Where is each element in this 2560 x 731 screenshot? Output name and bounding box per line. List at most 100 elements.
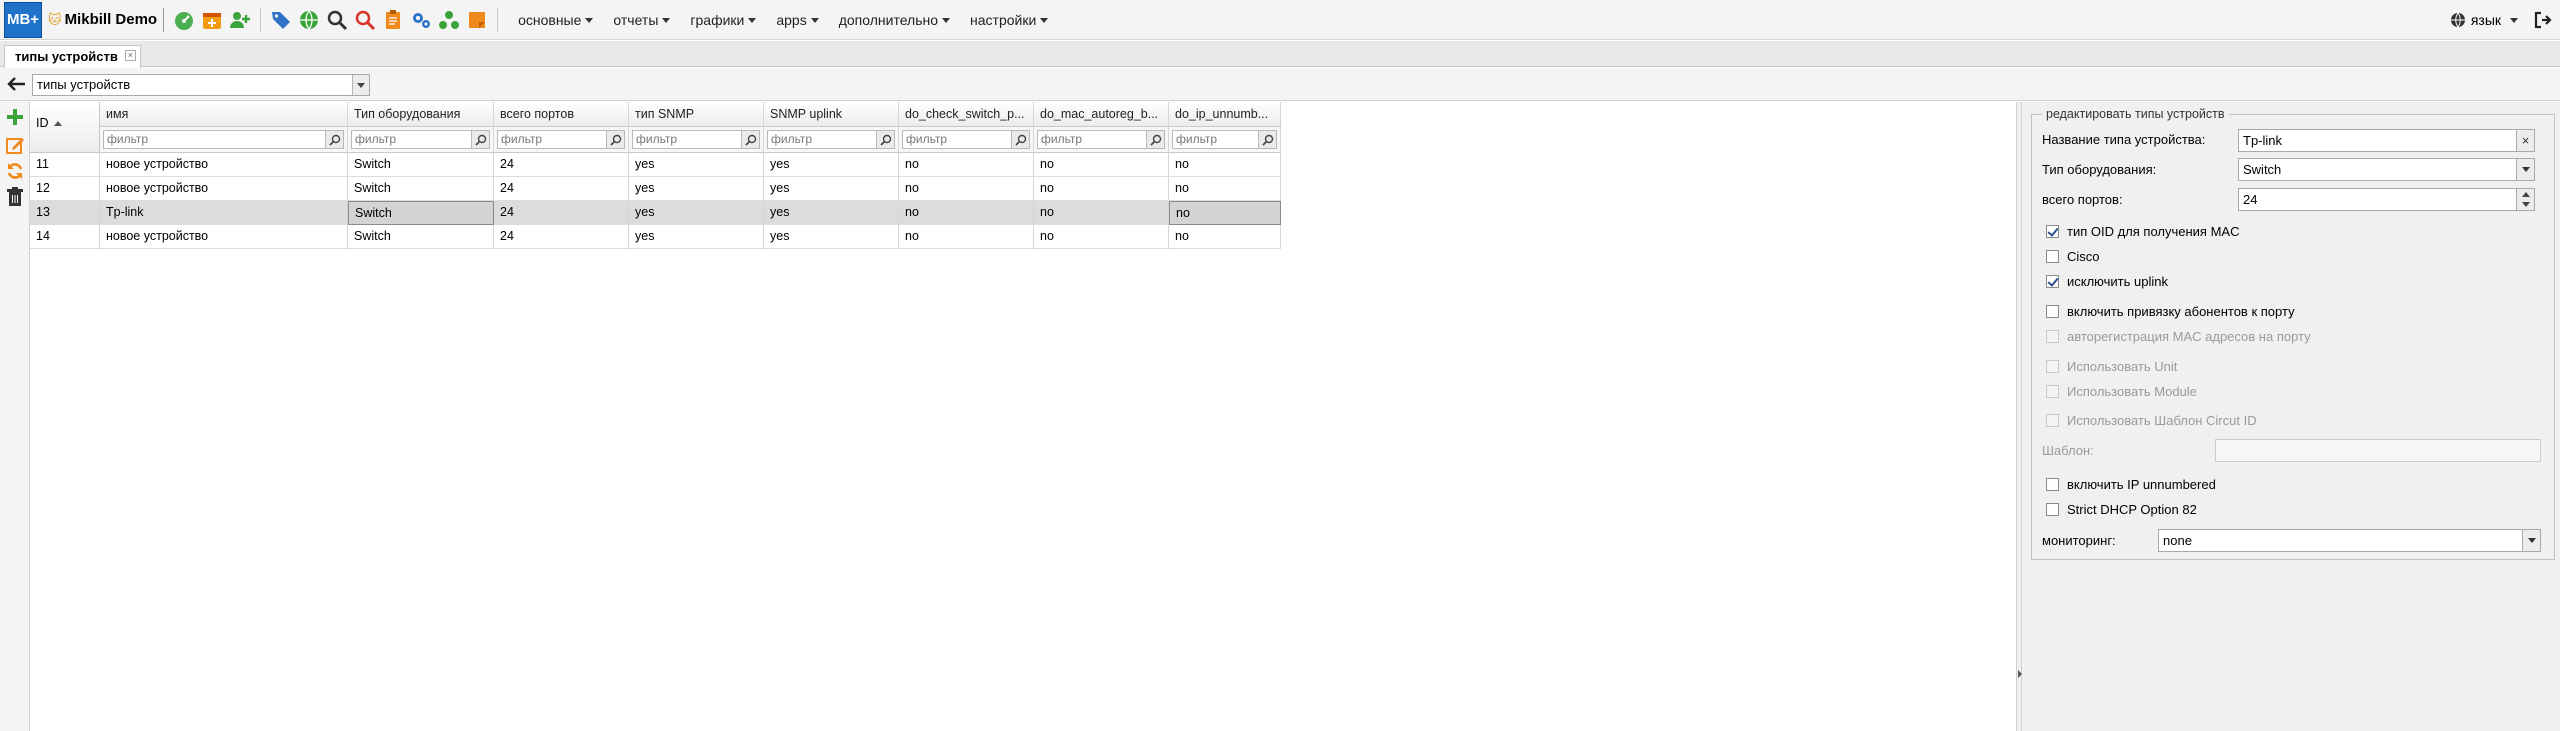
view-selector[interactable]: типы устройств — [32, 74, 370, 96]
logout-icon[interactable] — [2534, 11, 2552, 29]
checkbox-exclude-uplink[interactable]: исключить uplink — [2046, 273, 2168, 289]
filter-input-hardware[interactable]: фильтр — [351, 130, 490, 149]
app-logo[interactable]: MB+ — [4, 1, 42, 38]
notes-icon[interactable] — [464, 7, 490, 33]
monitoring-select[interactable]: none — [2158, 529, 2541, 552]
device-type-name-input[interactable]: Tp-link × — [2238, 129, 2535, 152]
column-header-name[interactable]: имя — [100, 102, 348, 127]
table-row-selected[interactable]: 13 Tp-link Switch 24 yes yes no no no — [30, 201, 1281, 225]
language-menu[interactable]: язык — [2450, 12, 2518, 28]
magnifier-icon[interactable] — [325, 130, 344, 149]
menu-charts[interactable]: графики — [680, 12, 766, 28]
menu-reports[interactable]: отчеты — [603, 12, 680, 28]
checkbox-cisco[interactable]: Cisco — [2046, 248, 2100, 264]
menu-extra[interactable]: дополнительно — [829, 12, 960, 28]
checkbox-mac-autoreg[interactable]: авторегистрация MAC адресов на порту — [2046, 328, 2311, 344]
filter-input-mac-autoreg[interactable]: фильтр — [1037, 130, 1165, 149]
checkbox-box[interactable] — [2046, 329, 2059, 343]
checkbox-use-module[interactable]: Использовать Module — [2046, 383, 2197, 399]
trash-icon[interactable] — [4, 186, 26, 208]
magnifier-icon[interactable] — [876, 130, 895, 149]
checkbox-use-unit[interactable]: Использовать Unit — [2046, 358, 2177, 374]
spinner-buttons[interactable] — [2516, 188, 2535, 211]
magnifier-icon[interactable] — [1146, 130, 1165, 149]
magnifier-icon[interactable] — [471, 130, 490, 149]
back-arrow-icon[interactable] — [6, 75, 26, 93]
column-header-check-switch[interactable]: do_check_switch_p... — [899, 102, 1034, 127]
dropdown-button[interactable] — [2516, 158, 2535, 181]
clear-icon[interactable]: × — [2516, 129, 2535, 152]
add-icon[interactable] — [4, 106, 26, 128]
magnifier-icon[interactable] — [741, 130, 760, 149]
gears-icon[interactable] — [408, 7, 434, 33]
spin-up-icon[interactable] — [2522, 192, 2530, 197]
column-header-mac-autoreg[interactable]: do_mac_autoreg_b... — [1034, 102, 1169, 127]
menu-main[interactable]: основные — [508, 12, 603, 28]
search-red-icon[interactable] — [352, 7, 378, 33]
dropdown-button[interactable] — [352, 75, 369, 95]
spin-down-icon[interactable] — [2522, 202, 2530, 207]
column-header-snmp-uplink[interactable]: SNMP uplink — [764, 102, 899, 127]
column-header-ports[interactable]: всего портов — [494, 102, 629, 127]
filter-input-check-switch[interactable]: фильтр — [902, 130, 1030, 149]
menu-settings[interactable]: настройки — [960, 12, 1058, 28]
checkbox-oid-mac[interactable]: тип OID для получения MAC — [2046, 223, 2239, 239]
edit-icon[interactable] — [4, 134, 26, 156]
hardware-type-select[interactable]: Switch — [2238, 158, 2535, 181]
magnifier-icon[interactable] — [606, 130, 625, 149]
checkbox-box[interactable] — [2046, 249, 2059, 263]
magnifier-icon[interactable] — [1011, 130, 1030, 149]
checkbox-port-binding[interactable]: включить привязку абонентов к порту — [2046, 303, 2295, 319]
search-icon[interactable] — [324, 7, 350, 33]
checkbox-box[interactable] — [2046, 502, 2059, 516]
checkbox-box[interactable] — [2046, 477, 2059, 491]
device-type-name-value: Tp-link — [2243, 133, 2283, 148]
checkbox-ip-unnumbered[interactable]: включить IP unnumbered — [2046, 476, 2216, 492]
cell-check-switch: no — [899, 177, 1034, 201]
filter-input-ports[interactable]: фильтр — [497, 130, 625, 149]
magnifier-icon[interactable] — [1258, 130, 1277, 149]
calendar-plus-icon[interactable] — [199, 7, 225, 33]
ports-stepper[interactable]: 24 — [2238, 188, 2535, 211]
filter-input-snmp-type[interactable]: фильтр — [632, 130, 760, 149]
checkbox-circuit-id-template[interactable]: Использовать Шаблон Circut ID — [2046, 412, 2257, 428]
filter-input-name[interactable]: фильтр — [103, 130, 344, 149]
menu-apps[interactable]: apps — [766, 12, 828, 28]
tags-icon[interactable] — [268, 7, 294, 33]
cell-mac-autoreg: no — [1034, 201, 1169, 225]
refresh-icon[interactable] — [4, 160, 26, 182]
action-bar — [0, 102, 30, 731]
checkbox-box[interactable] — [2046, 384, 2059, 398]
filter-input-ip-unnumbered[interactable]: фильтр — [1172, 130, 1277, 149]
caret-down-icon — [2510, 17, 2518, 23]
cell-ip-unnumbered: no — [1169, 225, 1281, 249]
clipboard-icon[interactable] — [380, 7, 406, 33]
logo-text: MB+ — [6, 11, 40, 28]
column-header-hardware[interactable]: Тип оборудования — [348, 102, 494, 127]
close-icon[interactable]: × — [124, 50, 136, 61]
table-row[interactable]: 12 новое устройство Switch 24 yes yes no… — [30, 177, 1281, 201]
checkbox-box[interactable] — [2046, 304, 2059, 318]
checkbox-box[interactable] — [2046, 224, 2059, 238]
divider — [260, 7, 262, 32]
column-header-ip-unnumbered[interactable]: do_ip_unnumb... — [1169, 102, 1281, 127]
template-input[interactable] — [2215, 439, 2541, 462]
dashboard-icon[interactable] — [171, 7, 197, 33]
table-row[interactable]: 14 новое устройство Switch 24 yes yes no… — [30, 225, 1281, 249]
checkbox-box[interactable] — [2046, 274, 2059, 288]
checkbox-box[interactable] — [2046, 359, 2059, 373]
network-icon[interactable] — [436, 7, 462, 33]
checkbox-box[interactable] — [2046, 413, 2059, 427]
column-header-id[interactable]: ID — [30, 102, 100, 153]
menu-label: дополнительно — [838, 11, 939, 28]
add-user-icon[interactable] — [227, 7, 253, 33]
monitoring-value: none — [2163, 533, 2192, 548]
brand[interactable]: 🐱 Mikbill Demo — [48, 11, 157, 28]
checkbox-strict-dhcp[interactable]: Strict DHCP Option 82 — [2046, 501, 2197, 517]
table-row[interactable]: 11 новое устройство Switch 24 yes yes no… — [30, 153, 1281, 177]
filter-input-snmp-uplink[interactable]: фильтр — [767, 130, 895, 149]
tab-device-types[interactable]: типы устройств × — [4, 45, 141, 68]
dropdown-button[interactable] — [2522, 529, 2541, 552]
globe-icon[interactable] — [296, 7, 322, 33]
column-header-snmp-type[interactable]: тип SNMP — [629, 102, 764, 127]
